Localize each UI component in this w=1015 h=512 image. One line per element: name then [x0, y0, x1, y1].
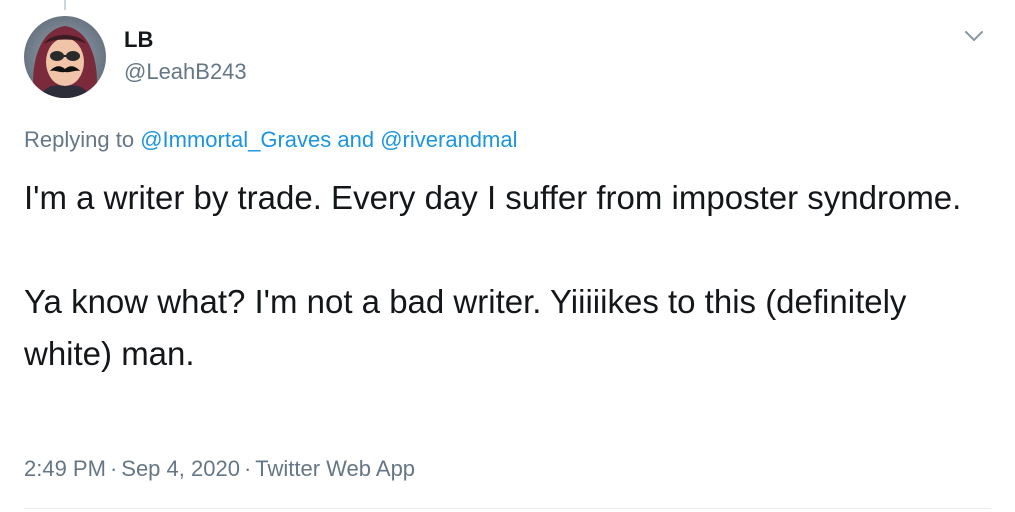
- tweet-date[interactable]: Sep 4, 2020: [121, 456, 240, 481]
- more-options-button[interactable]: [961, 26, 987, 46]
- thread-line: [64, 0, 66, 10]
- mention-link[interactable]: @riverandmal: [380, 127, 517, 152]
- tweet-text: I'm a writer by trade. Every day I suffe…: [24, 172, 984, 380]
- avatar-image: [24, 16, 106, 98]
- meta-separator: ·: [243, 456, 252, 481]
- author-handle[interactable]: @LeahB243: [124, 58, 247, 86]
- chevron-down-icon: [965, 31, 983, 41]
- replying-prefix: Replying to: [24, 127, 135, 152]
- tweet-source[interactable]: Twitter Web App: [255, 456, 415, 481]
- divider: [24, 508, 991, 509]
- tweet-paragraph: Ya know what? I'm not a bad writer. Yiii…: [24, 283, 907, 372]
- tweet: LB @LeahB243 Replying to @Immortal_Grave…: [0, 0, 1015, 512]
- tweet-paragraph: I'm a writer by trade. Every day I suffe…: [24, 179, 962, 216]
- tweet-time[interactable]: 2:49 PM: [24, 456, 106, 481]
- author-name[interactable]: LB: [124, 26, 153, 54]
- avatar[interactable]: [24, 16, 106, 98]
- tweet-meta: 2:49 PM · Sep 4, 2020 · Twitter Web App: [24, 454, 415, 484]
- mention-conjunction[interactable]: and: [337, 127, 374, 152]
- mention-link[interactable]: @Immortal_Graves: [140, 127, 331, 152]
- meta-separator: ·: [109, 456, 118, 481]
- replying-to: Replying to @Immortal_Graves and @rivera…: [24, 126, 517, 154]
